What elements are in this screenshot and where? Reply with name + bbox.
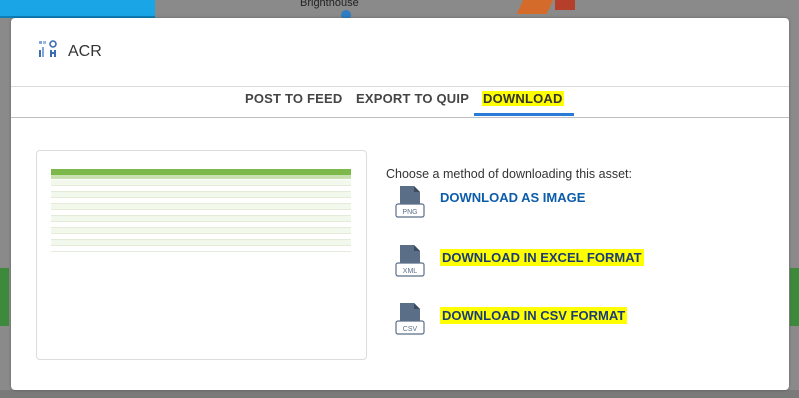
modal-title: ACR bbox=[68, 43, 102, 60]
download-instructions: Choose a method of downloading this asse… bbox=[386, 167, 632, 181]
dashboard-icon bbox=[39, 40, 57, 57]
tab-download[interactable]: DOWNLOAD bbox=[482, 91, 564, 115]
download-excel-label: DOWNLOAD IN EXCEL FORMAT bbox=[440, 249, 644, 266]
xml-file-icon: XML bbox=[395, 245, 425, 277]
active-tab-indicator bbox=[474, 113, 574, 116]
asset-preview bbox=[36, 150, 367, 360]
background-panel bbox=[0, 268, 9, 326]
download-as-image-label: DOWNLOAD AS IMAGE bbox=[440, 190, 586, 205]
tab-post-to-feed[interactable]: POST TO FEED bbox=[245, 91, 343, 115]
png-file-icon: PNG bbox=[395, 186, 425, 218]
background-panel bbox=[0, 390, 799, 398]
svg-text:PNG: PNG bbox=[402, 209, 417, 216]
tab-export-to-quip[interactable]: EXPORT TO QUIP bbox=[356, 91, 469, 115]
background-panel bbox=[790, 268, 799, 326]
spreadsheet-thumbnail bbox=[51, 169, 351, 252]
csv-file-icon: CSV bbox=[395, 303, 425, 335]
tab-download-label: DOWNLOAD bbox=[482, 91, 564, 106]
svg-text:XML: XML bbox=[403, 268, 418, 275]
modal-header: ACR bbox=[11, 18, 789, 87]
download-excel-option[interactable]: XML DOWNLOAD IN EXCEL FORMAT bbox=[392, 243, 752, 279]
background-shape bbox=[555, 0, 575, 10]
download-csv-option[interactable]: CSV DOWNLOAD IN CSV FORMAT bbox=[392, 301, 752, 337]
svg-text:CSV: CSV bbox=[403, 326, 418, 333]
background-location-label: Brighthouse bbox=[300, 0, 359, 9]
tab-bar: POST TO FEED EXPORT TO QUIP DOWNLOAD bbox=[11, 87, 789, 118]
download-csv-label: DOWNLOAD IN CSV FORMAT bbox=[440, 307, 628, 324]
download-as-image-option[interactable]: PNG DOWNLOAD AS IMAGE bbox=[392, 184, 752, 220]
background-tab bbox=[0, 0, 155, 18]
